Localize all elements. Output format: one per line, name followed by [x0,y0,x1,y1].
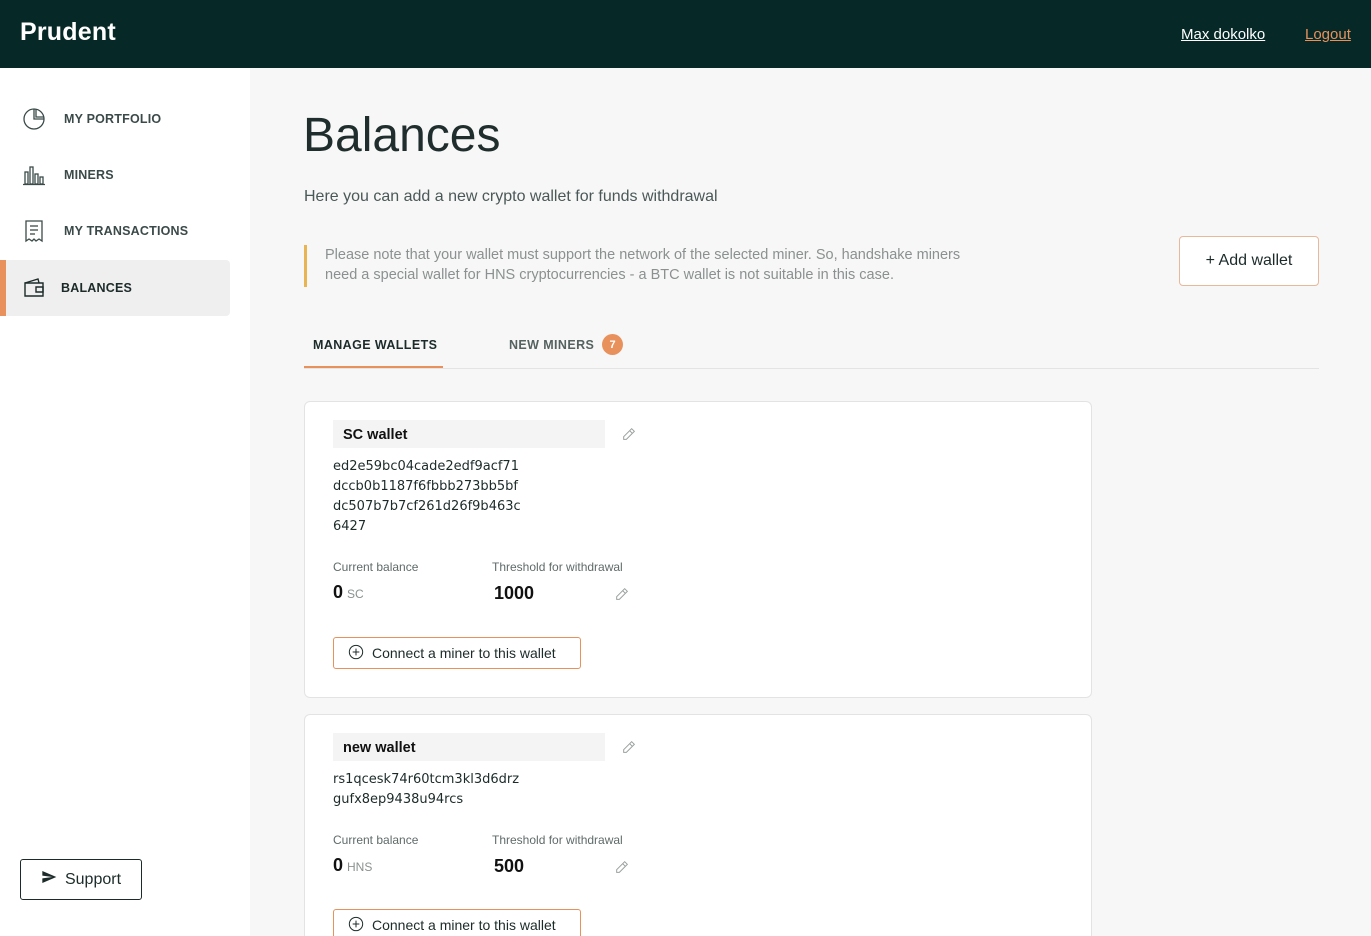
wallet-address: rs1qcesk74r60tcm3kl3d6drz gufx8ep9438u94… [333,770,519,810]
balance-amount: 0 [333,855,344,875]
plus-circle-icon [348,644,364,663]
bar-chart-icon [22,163,46,187]
pencil-icon[interactable] [621,426,637,442]
send-icon [41,869,57,890]
address-line: gufx8ep9438u94rcs [333,792,464,807]
wallet-card: new wallet rs1qcesk74r60tcm3kl3d6drz guf… [304,714,1092,936]
address-line: rs1qcesk74r60tcm3kl3d6drz [333,772,520,787]
support-button[interactable]: Support [20,859,142,900]
wallet-icon [22,276,46,300]
balance-label: Current balance [333,560,419,574]
connect-miner-button[interactable]: Connect a miner to this wallet [333,909,581,936]
pencil-icon[interactable] [614,586,630,602]
sidebar-item-miners[interactable]: MINERS [0,147,230,203]
add-wallet-button[interactable]: + Add wallet [1179,236,1319,286]
plus-circle-icon [348,916,364,935]
page-title: Balances [303,109,501,162]
sidebar-item-my-portfolio[interactable]: MY PORTFOLIO [0,91,230,147]
top-bar: Prudent Max dokolko Logout [0,0,1371,68]
brand-logo[interactable]: Prudent [20,18,116,47]
wallet-name-field[interactable]: SC wallet [333,420,605,448]
sidebar-item-label: MINERS [64,168,114,182]
tab-label: NEW MINERS [509,337,595,352]
sidebar-item-label: BALANCES [61,281,133,295]
user-profile-link[interactable]: Max dokolko [1181,26,1265,43]
balance-value: 0 HNS [333,855,372,876]
sidebar-item-my-transactions[interactable]: MY TRANSACTIONS [0,203,230,259]
active-tab-indicator [304,366,443,368]
address-line: 6427 [333,519,367,534]
balance-amount: 0 [333,582,344,602]
page-subtitle: Here you can add a new crypto wallet for… [304,188,718,205]
wallet-card: SC wallet ed2e59bc04cade2edf9acf71 dccb0… [304,401,1092,698]
threshold-value: 1000 [494,583,535,603]
threshold-value: 500 [494,856,525,876]
count-badge: 7 [602,334,624,355]
wallet-address: ed2e59bc04cade2edf9acf71 dccb0b1187f6fbb… [333,457,521,537]
tab-new-miners[interactable]: NEW MINERS 7 [509,334,624,355]
threshold-label: Threshold for withdrawal [492,833,623,847]
tabs-divider [304,368,1319,369]
address-line: dc507b7b7cf261d26f9b463c [333,499,521,514]
balance-unit: SC [347,587,364,601]
threshold-label: Threshold for withdrawal [492,560,623,574]
logout-link[interactable]: Logout [1305,26,1351,43]
receipt-icon [22,219,46,243]
address-line: dccb0b1187f6fbbb273bb5bf [333,479,519,494]
support-label: Support [64,870,122,888]
address-line: ed2e59bc04cade2edf9acf71 [333,459,519,474]
sidebar: MY PORTFOLIO MINERS MY TRANSACTIONS BALA… [0,68,250,936]
sidebar-item-label: MY TRANSACTIONS [64,224,189,238]
connect-label: Connect a miner to this wallet [372,645,556,661]
balance-value: 0 SC [333,582,364,603]
connect-miner-button[interactable]: Connect a miner to this wallet [333,637,581,669]
sidebar-item-balances[interactable]: BALANCES [0,260,230,316]
balance-label: Current balance [333,833,419,847]
wallet-name-field[interactable]: new wallet [333,733,605,761]
connect-label: Connect a miner to this wallet [372,917,556,933]
pie-chart-icon [22,107,46,131]
balance-unit: HNS [347,860,373,874]
network-notice: Please note that your wallet must suppor… [304,245,974,287]
pencil-icon[interactable] [621,739,637,755]
tab-manage-wallets[interactable]: MANAGE WALLETS [313,338,437,352]
sidebar-item-label: MY PORTFOLIO [64,112,162,126]
pencil-icon[interactable] [614,859,630,875]
